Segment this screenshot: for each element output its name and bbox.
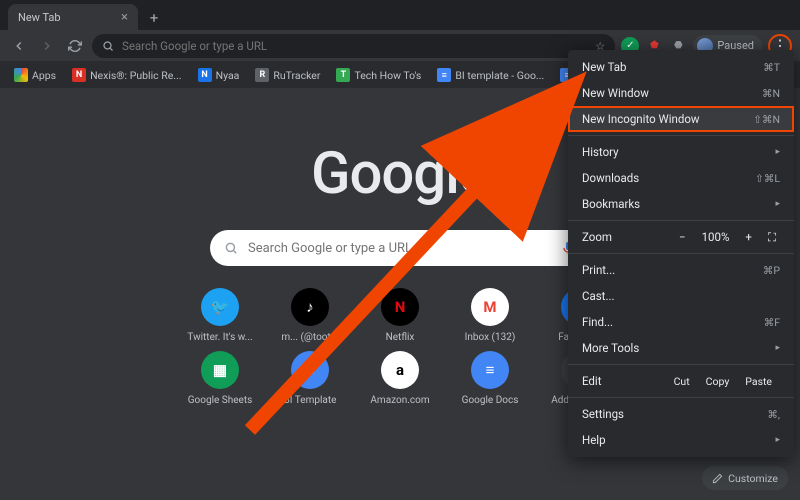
close-tab-icon[interactable]: × bbox=[121, 10, 128, 25]
shortcut-tile[interactable]: aAmazon.com bbox=[365, 351, 435, 406]
chevron-right-icon: ▸ bbox=[775, 147, 780, 157]
forward-button[interactable] bbox=[36, 35, 58, 57]
chrome-menu: New Tab⌘T New Window⌘N New Incognito Win… bbox=[568, 50, 794, 457]
fullscreen-icon[interactable]: ⛶ bbox=[764, 230, 780, 245]
google-logo: Google bbox=[311, 140, 489, 208]
copy-button[interactable]: Copy bbox=[698, 375, 738, 388]
tab-title: New Tab bbox=[18, 11, 61, 24]
chevron-right-icon: ▸ bbox=[775, 343, 780, 353]
shortcut-tile[interactable]: MInbox (132) bbox=[455, 288, 525, 343]
zoom-in-button[interactable]: + bbox=[741, 230, 756, 244]
browser-tab[interactable]: New Tab × bbox=[8, 4, 138, 30]
bookmark-item[interactable]: ≡BI template - Goo... bbox=[431, 65, 550, 85]
pencil-icon bbox=[712, 473, 723, 484]
menu-find[interactable]: Find...⌘F bbox=[568, 309, 794, 335]
menu-new-incognito-window[interactable]: New Incognito Window⇧⌘N bbox=[568, 106, 794, 132]
menu-edit-row: Edit Cut Copy Paste bbox=[568, 368, 794, 394]
shortcut-tile[interactable]: NNetflix bbox=[365, 288, 435, 343]
omnibox-input[interactable] bbox=[122, 39, 587, 53]
tab-strip: New Tab × + bbox=[0, 0, 800, 30]
new-tab-button[interactable]: + bbox=[142, 6, 166, 30]
chevron-right-icon: ▸ bbox=[775, 199, 780, 209]
paste-button[interactable]: Paste bbox=[737, 375, 780, 388]
shortcut-tile[interactable]: ≡BI Template bbox=[275, 351, 345, 406]
chevron-right-icon: ▸ bbox=[775, 435, 780, 445]
apps-button[interactable]: Apps bbox=[8, 65, 62, 85]
bookmark-item[interactable]: NNyaa bbox=[192, 65, 246, 85]
menu-downloads[interactable]: Downloads⇧⌘L bbox=[568, 165, 794, 191]
shortcuts-grid: 🐦Twitter. It's w... ♪m... (@toot... NNetfl… bbox=[185, 288, 615, 406]
bookmark-item[interactable]: NNexis®: Public Re... bbox=[66, 65, 188, 85]
menu-new-tab[interactable]: New Tab⌘T bbox=[568, 54, 794, 80]
shortcut-tile[interactable]: ▦Google Sheets bbox=[185, 351, 255, 406]
shortcut-tile[interactable]: ≡Google Docs bbox=[455, 351, 525, 406]
zoom-level: 100% bbox=[698, 230, 734, 244]
omnibox[interactable]: ☆ bbox=[92, 34, 615, 58]
menu-bookmarks[interactable]: Bookmarks▸ bbox=[568, 191, 794, 217]
zoom-out-button[interactable]: − bbox=[675, 230, 690, 244]
menu-cast[interactable]: Cast... bbox=[568, 283, 794, 309]
ntp-search-input[interactable] bbox=[248, 241, 550, 256]
customize-button[interactable]: Customize bbox=[702, 466, 788, 490]
bookmark-item[interactable]: TTech How To's bbox=[330, 65, 427, 85]
ntp-search-box[interactable] bbox=[210, 230, 590, 266]
menu-zoom-row: Zoom − 100% + ⛶ bbox=[568, 224, 794, 250]
shortcut-tile[interactable]: 🐦Twitter. It's w... bbox=[185, 288, 255, 343]
menu-history[interactable]: History▸ bbox=[568, 139, 794, 165]
back-button[interactable] bbox=[8, 35, 30, 57]
reload-button[interactable] bbox=[64, 35, 86, 57]
search-icon bbox=[224, 241, 238, 255]
cut-button[interactable]: Cut bbox=[666, 375, 698, 388]
search-icon bbox=[102, 40, 114, 52]
menu-settings[interactable]: Settings⌘, bbox=[568, 401, 794, 427]
bookmark-item[interactable]: RRuTracker bbox=[249, 65, 326, 85]
menu-new-window[interactable]: New Window⌘N bbox=[568, 80, 794, 106]
shortcut-tile[interactable]: ♪m... (@toot... bbox=[275, 288, 345, 343]
menu-more-tools[interactable]: More Tools▸ bbox=[568, 335, 794, 361]
menu-print[interactable]: Print...⌘P bbox=[568, 257, 794, 283]
menu-help[interactable]: Help▸ bbox=[568, 427, 794, 453]
